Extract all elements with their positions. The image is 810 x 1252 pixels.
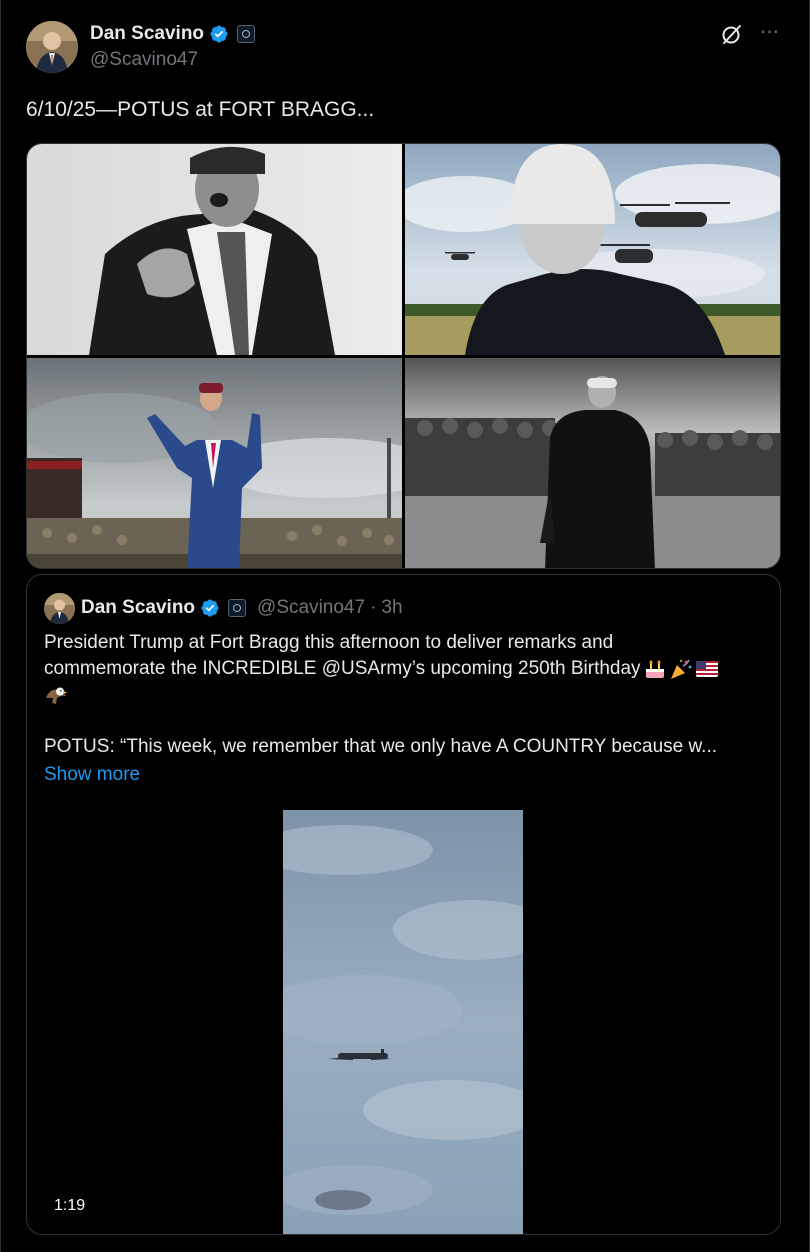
grok-icon[interactable] xyxy=(720,22,744,46)
government-affiliation-icon[interactable] xyxy=(237,25,256,43)
quoted-text-line-2: commemorate the INCREDIBLE @USArmy’s upc… xyxy=(44,656,769,682)
quoted-timestamp[interactable]: 3h xyxy=(381,597,402,619)
verified-badge-icon[interactable] xyxy=(209,24,229,44)
author-avatar[interactable] xyxy=(26,21,78,73)
quoted-post[interactable]: Dan Scavino @Scavino47 · 3h President Tr… xyxy=(26,574,781,1235)
more-icon[interactable]: ··· xyxy=(757,20,781,46)
tweet-container: Dan Scavino @Scavino47 ··· 6/10/25—POTUS… xyxy=(0,0,810,1252)
quoted-post-text: President Trump at Fort Bragg this after… xyxy=(44,630,769,760)
quoted-text-line-3 xyxy=(44,682,769,708)
verified-badge-icon[interactable] xyxy=(200,598,220,618)
birthday-cake-icon xyxy=(645,660,664,678)
eagle-icon xyxy=(46,687,67,704)
quoted-author-row: Dan Scavino @Scavino47 · 3h xyxy=(81,596,403,620)
us-flag-icon xyxy=(695,661,718,677)
party-popper-icon xyxy=(670,659,691,679)
show-more-link[interactable]: Show more xyxy=(44,764,140,786)
author-handle[interactable]: @Scavino47 xyxy=(90,49,198,71)
quoted-author-name[interactable]: Dan Scavino xyxy=(81,597,195,619)
quoted-author-avatar[interactable] xyxy=(44,593,75,624)
photo-grid xyxy=(26,143,781,569)
photo-1[interactable] xyxy=(27,144,402,355)
photo-2[interactable] xyxy=(405,144,780,355)
quoted-text-line-4: POTUS: “This week, we remember that we o… xyxy=(44,736,718,757)
quoted-text-line-2-text: commemorate the INCREDIBLE @USArmy’s upc… xyxy=(44,658,641,679)
quoted-author-handle: @Scavino47 xyxy=(257,597,366,618)
author-name[interactable]: Dan Scavino xyxy=(90,23,204,45)
separator-dot: · xyxy=(370,597,377,618)
video-duration: 1:19 xyxy=(44,1193,96,1219)
author-name-row: Dan Scavino xyxy=(90,22,256,46)
video-player[interactable] xyxy=(283,810,523,1234)
photo-4[interactable] xyxy=(405,358,780,568)
government-affiliation-icon[interactable] xyxy=(228,599,247,617)
quoted-text-line-1: President Trump at Fort Bragg this after… xyxy=(44,632,614,653)
post-text: 6/10/25—POTUS at FORT BRAGG... xyxy=(26,98,375,121)
photo-3[interactable] xyxy=(27,358,402,568)
